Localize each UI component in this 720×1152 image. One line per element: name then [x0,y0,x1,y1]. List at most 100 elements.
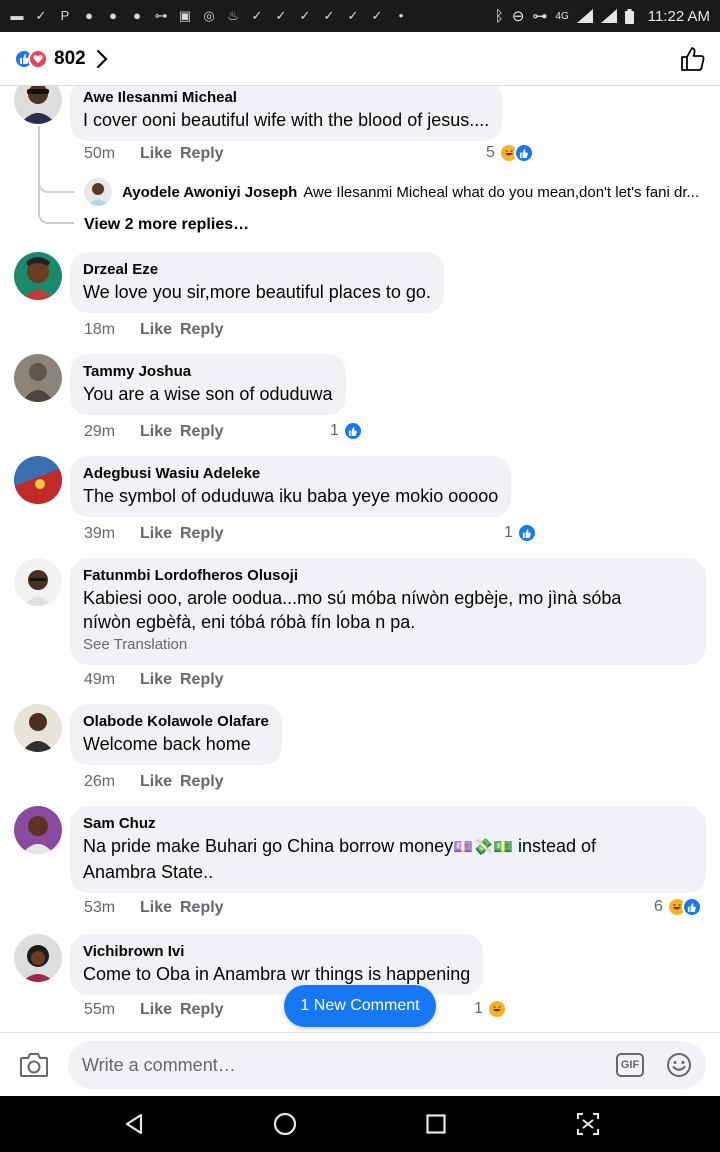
reply-button[interactable]: Reply [180,773,224,791]
home-icon[interactable] [269,1108,301,1140]
reply-preview[interactable]: Ayodele Awoniyi Joseph Awe Ilesanmi Mich… [84,178,714,206]
comment-text: We love you sir,more beautiful places to… [83,282,431,302]
comment-text-line: Na pride make Buhari go China borrow mon… [83,834,693,860]
check-icon: ✓ [347,8,359,23]
dot-icon: ● [133,8,141,23]
vpn-key-icon: ⊶ [532,8,548,25]
more-icon: • [398,8,404,23]
comment-composer: GIF [0,1032,720,1096]
signal-icon [576,9,593,23]
comment-author[interactable]: Olabode Kolawole Olafare [83,712,269,732]
messenger-icon: ● [85,8,93,23]
check-icon: ✓ [299,8,311,23]
check-icon: ✓ [323,8,335,23]
comment-reactions[interactable]: 1 [474,997,507,1021]
comment-author[interactable]: Tammy Joshua [83,362,333,382]
avatar[interactable] [14,86,62,124]
avatar[interactable] [14,806,62,854]
like-button[interactable]: Like [140,145,180,163]
back-icon[interactable] [118,1108,150,1140]
comment-time: 50m [84,145,116,162]
comments-list[interactable]: Awe Ilesanmi Micheal I cover ooni beauti… [0,86,720,1032]
comment-author[interactable]: Vichibrown Ivi [83,942,470,962]
pinterest-icon: P [60,8,70,23]
avatar[interactable] [14,704,62,752]
see-translation-link[interactable]: See Translation [83,634,693,656]
comment-time: 26m [84,773,116,790]
reply-button[interactable]: Reply [180,671,224,689]
chevron-right-icon [96,49,108,68]
comment-author[interactable]: Fatunmbi Lordofheros Olusoji [83,566,693,586]
haha-reaction-icon [486,999,507,1019]
comment-author[interactable]: Adegbusi Wasiu Adeleke [83,464,498,484]
like-button[interactable]: Like [140,773,180,791]
like-button[interactable]: Like [140,1001,180,1019]
comment-text: You are a wise son of oduduwa [83,384,333,404]
battery-icon [624,8,634,24]
like-post-icon[interactable] [680,46,706,72]
emoji-icon[interactable] [666,1052,692,1078]
image-icon: ▣ [178,8,192,23]
comment-input-container: GIF [68,1041,706,1089]
comment-reactions[interactable]: 6 [654,895,702,919]
comment-time: 18m [84,321,116,338]
avatar[interactable] [14,354,62,402]
comment-text: The symbol of oduduwa iku baba yeye moki… [83,486,499,506]
comment-actions: 26m Like Reply [84,770,224,794]
comment-actions: 18m Like Reply [84,318,224,342]
comment-bubble: Awe Ilesanmi Micheal I cover ooni beauti… [70,86,503,141]
comment-time: 49m [84,671,116,688]
signal-icon [600,9,617,23]
clock: 11:22 AM [647,7,710,25]
new-comment-button[interactable]: 1 New Comment [284,985,436,1027]
avatar[interactable] [14,558,62,606]
reply-author: Ayodele Awoniyi Joseph [122,183,298,201]
comment-reactions[interactable]: 5 [486,141,534,165]
reply-button[interactable]: Reply [180,899,224,917]
comment-actions: 39m Like Reply [84,522,224,546]
reaction-count: 802 [54,47,86,69]
avatar[interactable] [14,456,62,504]
comment-time: 39m [84,525,116,542]
like-button[interactable]: Like [140,423,180,441]
comment-reaction-count: 1 [504,524,513,541]
like-button[interactable]: Like [140,525,180,543]
reply-button[interactable]: Reply [180,1001,224,1019]
reply-button[interactable]: Reply [180,145,224,163]
comment-author[interactable]: Sam Chuz [83,814,693,834]
reply-button[interactable]: Reply [180,321,224,339]
comment-actions: 53m Like Reply [84,896,224,920]
comment-reactions[interactable]: 1 [504,521,537,545]
comment-input[interactable] [82,1054,616,1076]
comment-time: 53m [84,899,116,916]
recents-icon[interactable] [420,1108,452,1140]
like-button[interactable]: Like [140,671,180,689]
reply-button[interactable]: Reply [180,423,224,441]
avatar[interactable] [14,252,62,300]
reply-button[interactable]: Reply [180,525,224,543]
comment-actions: 49m Like Reply [84,668,224,692]
gif-button[interactable]: GIF [616,1053,644,1077]
comment-author[interactable]: Awe Ilesanmi Micheal [83,88,489,108]
comment-bubble: Olabode Kolawole Olafare Welcome back ho… [70,704,282,765]
reaction-summary[interactable]: 802 [14,48,108,70]
like-button[interactable]: Like [140,321,180,339]
screenshot-icon[interactable] [572,1108,604,1140]
avatar[interactable] [14,934,62,982]
comment-text-line: Kabiesi ooo, arole oodua...mo sú móba ní… [83,588,622,608]
view-more-replies-link[interactable]: View 2 more replies… [84,216,249,234]
like-button[interactable]: Like [140,899,180,917]
camera-icon[interactable] [14,1045,54,1085]
reply-text: Awe Ilesanmi Micheal what do you mean,do… [303,183,699,201]
bluetooth-icon: ᛒ [494,7,504,25]
comment-text-part: Na pride make Buhari go China borrow mon… [83,836,454,856]
network-type: 4G [555,10,569,22]
comment-text-part: instead of [512,836,597,856]
comment-bubble: Drzeal Eze We love you sir,more beautifu… [70,252,444,313]
comment-bubble: Tammy Joshua You are a wise son of odudu… [70,354,346,415]
comment-reactions[interactable]: 1 [330,419,363,443]
like-reaction-icon [342,421,363,441]
check-icon: ✓ [35,8,47,23]
comment-author[interactable]: Drzeal Eze [83,260,431,280]
comment-reaction-count: 6 [654,898,663,915]
